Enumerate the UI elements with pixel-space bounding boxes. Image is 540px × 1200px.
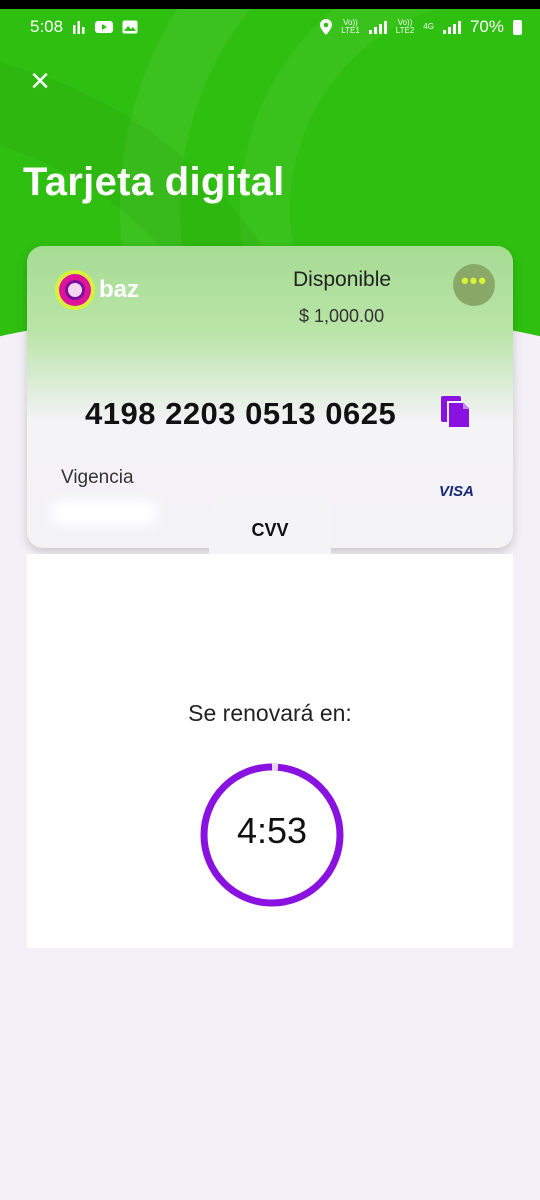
status-time: 5:08 [30,17,64,36]
more-icon: ••• [460,268,488,293]
baz-logo-icon [55,270,95,310]
countdown-value: 4:53 [236,810,308,851]
gallery-icon [122,20,138,34]
battery-icon [513,19,522,35]
top-strip [0,0,540,9]
close-button[interactable]: × [24,64,56,98]
status-left: 5:08 [30,17,138,37]
sim1-label: Vo)) LTE1 [341,18,360,35]
validity-label: Vigencia [61,467,134,488]
available-label: Disponible [293,268,392,291]
sim2-signal-icon [442,20,461,34]
visa-logo: VISA [439,483,475,500]
status-right: Vo)) LTE1 Vo)) LTE2 4G 70% [320,17,522,37]
brand-name: baz [99,276,140,303]
card-number: 4198 2203 0513 0625 [85,396,397,431]
sim2-label: Vo)) LTE2 [395,18,415,35]
battery-percent: 70% [469,17,504,36]
sim1-signal-icon [368,20,387,34]
signal-stats-icon [73,21,85,34]
youtube-icon [95,21,114,33]
page-title: Tarjeta digital [23,160,285,204]
cvv-label: CVV [251,520,289,540]
validity-value-redacted [51,500,157,526]
location-icon [320,19,333,35]
cvv-panel: Se renovará en: 4:53 [27,554,513,948]
available-amount: $ 1,000.00 [299,306,385,326]
copy-icon[interactable] [439,394,473,430]
more-options-button[interactable]: ••• [453,264,495,306]
network-type: 4G [423,22,434,31]
renewal-label: Se renovará en: [188,700,352,726]
status-bar: 5:08 Vo)) LTE1 Vo)) LTE2 4G 70% [0,9,540,45]
brand-logo: baz [55,270,139,310]
